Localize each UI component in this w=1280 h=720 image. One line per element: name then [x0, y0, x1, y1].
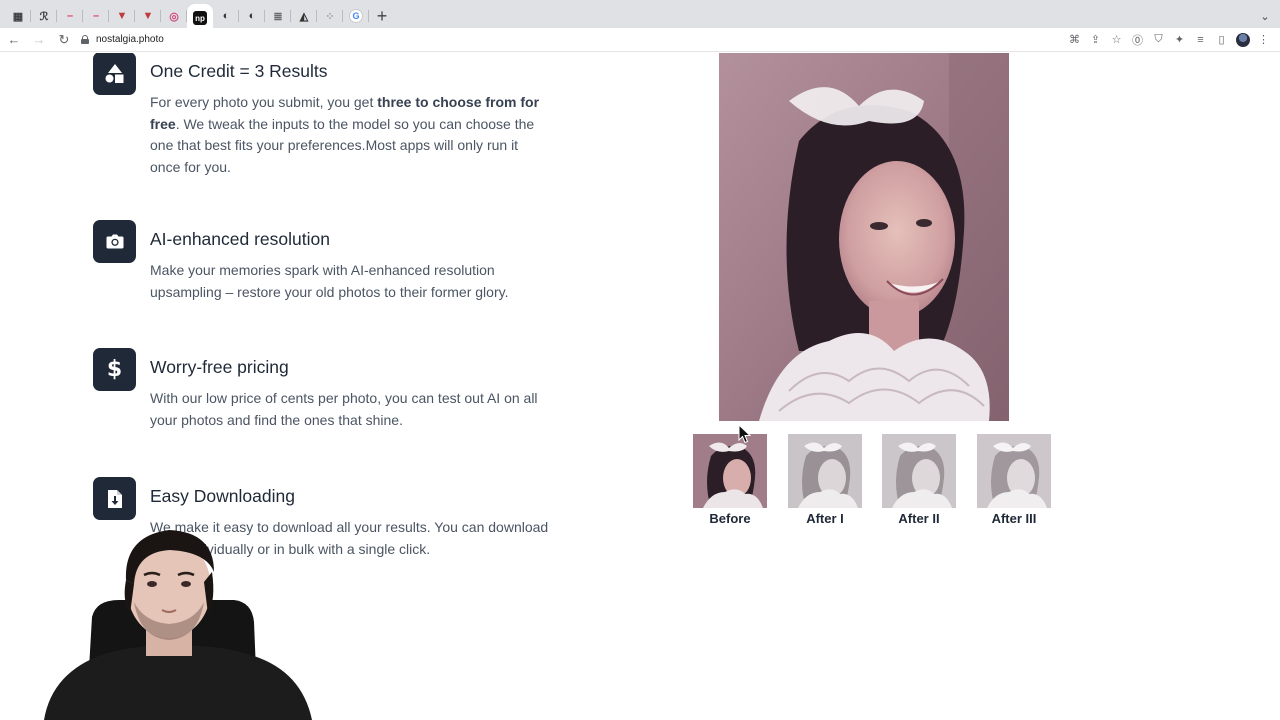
- thumbnail-before[interactable]: [693, 434, 767, 508]
- vee-icon: ▼: [142, 10, 154, 22]
- thumbnail-label-before: Before: [709, 511, 751, 526]
- extensions-puzzle-icon[interactable]: ✦: [1169, 30, 1190, 50]
- browser-tab[interactable]: G: [343, 4, 369, 28]
- forward-button[interactable]: →: [28, 29, 50, 51]
- mouse-cursor-icon: [738, 423, 752, 444]
- browser-tab[interactable]: ◐: [213, 4, 239, 28]
- light-icon: ◐: [248, 10, 256, 22]
- feature-title: Worry-free pricing: [150, 357, 289, 377]
- thumbnail-label-after-2: After II: [898, 511, 940, 526]
- thumbnail-after-3[interactable]: [977, 434, 1051, 508]
- bookmark-star-icon[interactable]: ☆: [1106, 30, 1127, 50]
- main-photo: [719, 53, 1009, 421]
- browser-tab[interactable]: ▼: [109, 4, 135, 28]
- profile-avatar[interactable]: [1232, 30, 1253, 50]
- spinner-icon: ⁘: [325, 10, 335, 23]
- browser-tab[interactable]: ◐: [239, 4, 265, 28]
- light-icon: ◐: [222, 10, 230, 22]
- extension-icons: ⌘ ⇪ ☆ ⓪ ⛉ ✦ ≡ ▯ ⋮: [1064, 30, 1280, 50]
- feature-description: With our low price of cents per photo, y…: [150, 390, 538, 428]
- back-button[interactable]: ←: [3, 29, 25, 51]
- browser-tab[interactable]: ◭: [291, 4, 317, 28]
- new-tab-button[interactable]: +: [369, 4, 395, 28]
- feature-title: AI-enhanced resolution: [150, 229, 330, 249]
- share-icon[interactable]: ⇪: [1085, 30, 1106, 50]
- thumbnail-after-1[interactable]: [788, 434, 862, 508]
- reading-list-icon[interactable]: ≡: [1190, 30, 1211, 50]
- side-panel-icon[interactable]: ▯: [1211, 30, 1232, 50]
- record-icon: –: [66, 10, 74, 22]
- np-icon: np: [193, 11, 207, 25]
- browser-tab[interactable]: ℛ: [31, 4, 57, 28]
- file-download-icon: [93, 477, 136, 520]
- webcam-overlay: [44, 522, 312, 720]
- vee-icon: ▼: [116, 10, 128, 22]
- browser-tab[interactable]: ▼: [135, 4, 161, 28]
- doc-icon: ≣: [273, 10, 283, 23]
- browser-tab[interactable]: ◎: [161, 4, 187, 28]
- feature-description: Make your memories spark with AI-enhance…: [150, 262, 509, 300]
- browser-tab[interactable]: ≣: [265, 4, 291, 28]
- lock-icon: [81, 35, 89, 44]
- tab-search-chevron-icon[interactable]: ⌄: [1250, 10, 1280, 23]
- google-icon: G: [349, 9, 363, 23]
- script-icon: ℛ: [39, 10, 49, 23]
- dollar-icon: $: [93, 348, 136, 391]
- address-bar[interactable]: nostalgia.photo: [81, 30, 164, 50]
- menu-kebab-icon[interactable]: ⋮: [1253, 30, 1274, 50]
- feature-title: Easy Downloading: [150, 486, 295, 506]
- translate-icon[interactable]: ⌘: [1064, 30, 1085, 50]
- shapes-icon: [93, 53, 136, 95]
- thumbnail-label-after-1: After I: [806, 511, 844, 526]
- browser-tab[interactable]: ▦: [5, 4, 31, 28]
- shield-icon[interactable]: ⛉: [1148, 30, 1169, 50]
- camera-icon: [93, 220, 136, 263]
- reload-button[interactable]: ↻: [53, 29, 75, 51]
- thumbnail-label-after-3: After III: [991, 511, 1037, 526]
- feature-description: For every photo you submit, you get thre…: [150, 94, 540, 175]
- browser-tab[interactable]: –: [57, 4, 83, 28]
- onepassword-icon[interactable]: ⓪: [1127, 30, 1148, 50]
- record-icon: –: [92, 10, 100, 22]
- url-text: nostalgia.photo: [96, 34, 164, 45]
- openai-icon: ◎: [169, 10, 179, 23]
- android-icon: ◭: [299, 10, 309, 23]
- browser-tab[interactable]: –: [83, 4, 109, 28]
- browser-tab[interactable]: ⁘: [317, 4, 343, 28]
- feature-title: One Credit = 3 Results: [150, 61, 328, 81]
- app-grid-icon: ▦: [12, 10, 24, 23]
- thumbnail-after-2[interactable]: [882, 434, 956, 508]
- browser-toolbar: ← → ↻ nostalgia.photo ⌘ ⇪ ☆ ⓪ ⛉ ✦ ≡ ▯ ⋮: [0, 28, 1280, 52]
